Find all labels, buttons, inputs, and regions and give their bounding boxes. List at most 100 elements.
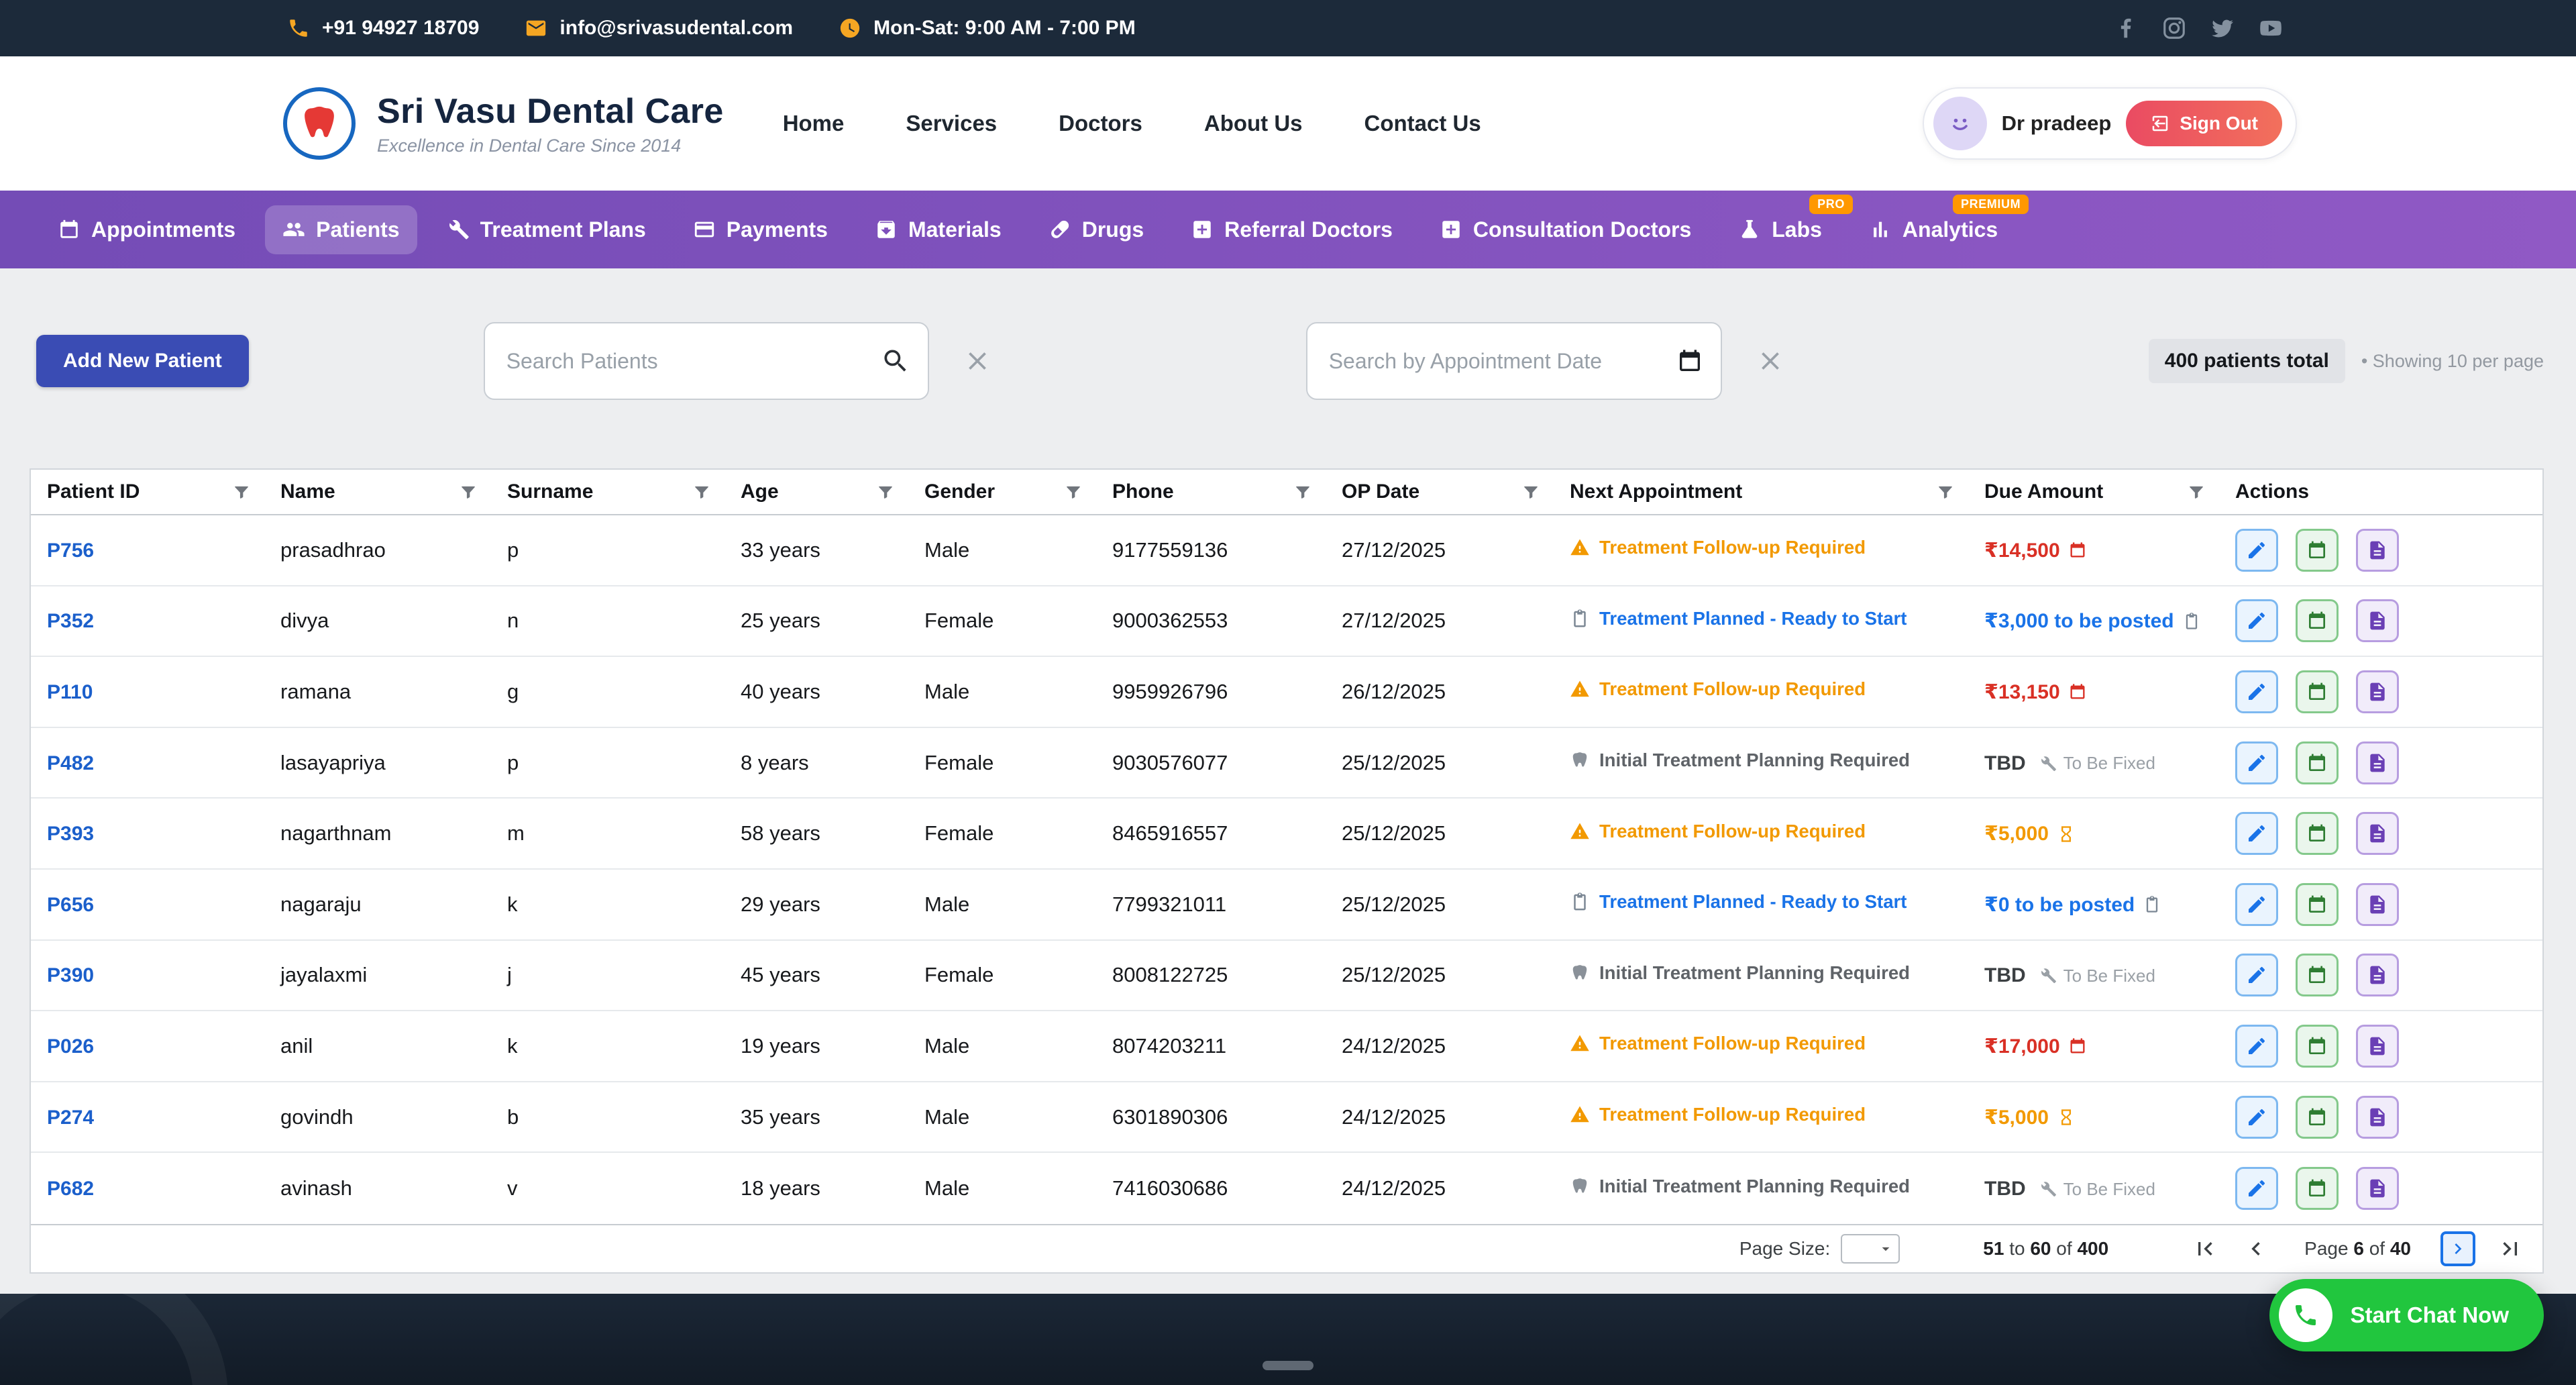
add-new-patient-button[interactable]: Add New Patient: [36, 335, 249, 387]
schedule-button[interactable]: [2296, 883, 2339, 926]
sign-out-label: Sign Out: [2180, 113, 2258, 134]
nav-item-label: Payments: [727, 217, 828, 242]
edit-button[interactable]: [2235, 1025, 2278, 1068]
cell-op-date-text: 24/12/2025: [1342, 1105, 1446, 1129]
file-icon: [2367, 964, 2388, 986]
funnel-icon[interactable]: [692, 482, 711, 501]
search-icon[interactable]: [881, 346, 910, 376]
billing-button[interactable]: [2356, 883, 2399, 926]
edit-button[interactable]: [2235, 1167, 2278, 1210]
patient-id-link[interactable]: P656: [47, 894, 94, 916]
billing-button[interactable]: [2356, 670, 2399, 713]
calendar-icon: [2306, 1035, 2328, 1057]
billing-button[interactable]: [2356, 812, 2399, 855]
patient-id-link[interactable]: P352: [47, 610, 94, 632]
cell-surname-text: k: [507, 1034, 518, 1058]
page-size-select[interactable]: [1841, 1234, 1900, 1264]
billing-button[interactable]: [2356, 1167, 2399, 1210]
appointment-date-field: [1306, 322, 1722, 400]
funnel-icon[interactable]: [459, 482, 478, 501]
patients-table: Patient IDNameSurnameAgeGenderPhoneOP Da…: [30, 468, 2544, 1274]
nav-item-materials[interactable]: Materials: [857, 205, 1019, 254]
nav-item-treatment-plans[interactable]: Treatment Plans: [429, 205, 663, 254]
nav-item-consultation-doctors[interactable]: Consultation Doctors: [1422, 205, 1709, 254]
billing-button[interactable]: [2356, 1096, 2399, 1139]
first-page-button[interactable]: [2192, 1235, 2218, 1262]
schedule-button[interactable]: [2296, 954, 2339, 996]
billing-button[interactable]: [2356, 599, 2399, 642]
header-nav-home[interactable]: Home: [783, 111, 845, 136]
cell-age-text: 45 years: [741, 963, 820, 986]
next-page-button[interactable]: [2440, 1231, 2475, 1266]
nav-item-payments[interactable]: Payments: [676, 205, 845, 254]
schedule-button[interactable]: [2296, 1025, 2339, 1068]
funnel-icon[interactable]: [2187, 482, 2206, 501]
funnel-icon[interactable]: [1521, 482, 1540, 501]
patient-id-link[interactable]: P682: [47, 1178, 94, 1200]
nav-item-appointments[interactable]: Appointments: [40, 205, 253, 254]
edit-button[interactable]: [2235, 741, 2278, 784]
edit-button[interactable]: [2235, 529, 2278, 572]
nav-item-patients[interactable]: Patients: [265, 205, 417, 254]
clipboard-icon: [2182, 612, 2201, 631]
header-nav: Home Services Doctors About Us Contact Us: [783, 111, 1481, 136]
header-nav-about-us[interactable]: About Us: [1204, 111, 1303, 136]
topbar: +91 94927 18709 info@srivasudental.com M…: [0, 0, 2576, 56]
billing-button[interactable]: [2356, 529, 2399, 572]
edit-button[interactable]: [2235, 1096, 2278, 1139]
nav-item-referral-doctors[interactable]: Referral Doctors: [1173, 205, 1410, 254]
sign-out-button[interactable]: Sign Out: [2126, 101, 2282, 146]
nav-item-analytics[interactable]: AnalyticsPREMIUM: [1851, 205, 2015, 254]
billing-button[interactable]: [2356, 741, 2399, 784]
edit-button[interactable]: [2235, 883, 2278, 926]
calendar-icon[interactable]: [1676, 348, 1703, 374]
nav-item-labs[interactable]: LabsPRO: [1721, 205, 1839, 254]
header-nav-doctors[interactable]: Doctors: [1059, 111, 1142, 136]
schedule-button[interactable]: [2296, 741, 2339, 784]
header-nav-contact-us[interactable]: Contact Us: [1364, 111, 1481, 136]
schedule-button[interactable]: [2296, 1167, 2339, 1210]
funnel-icon[interactable]: [1936, 482, 1955, 501]
schedule-button[interactable]: [2296, 812, 2339, 855]
last-page-button[interactable]: [2497, 1235, 2524, 1262]
twitter-icon[interactable]: [2210, 15, 2235, 41]
schedule-button[interactable]: [2296, 1096, 2339, 1139]
nav-item-label: Drugs: [1082, 217, 1144, 242]
edit-button[interactable]: [2235, 954, 2278, 996]
funnel-icon[interactable]: [1293, 482, 1312, 501]
youtube-icon[interactable]: [2258, 15, 2284, 41]
schedule-button[interactable]: [2296, 529, 2339, 572]
edit-button[interactable]: [2235, 812, 2278, 855]
cell-phone: 7799321011: [1096, 892, 1326, 917]
funnel-icon[interactable]: [232, 482, 251, 501]
prev-page-button[interactable]: [2243, 1235, 2269, 1262]
header-nav-services[interactable]: Services: [906, 111, 997, 136]
billing-button[interactable]: [2356, 1025, 2399, 1068]
facebook-icon[interactable]: [2113, 15, 2139, 41]
due-amount-label: TBD: [1984, 752, 2026, 775]
edit-button[interactable]: [2235, 599, 2278, 642]
toolbar: Add New Patient 400 patients total • Sho…: [30, 321, 2544, 401]
appointment-date-input[interactable]: [1306, 322, 1722, 400]
billing-button[interactable]: [2356, 954, 2399, 996]
per-page-text: • Showing 10 per page: [2361, 351, 2544, 372]
funnel-icon[interactable]: [1064, 482, 1083, 501]
funnel-icon[interactable]: [876, 482, 895, 501]
patient-id-link[interactable]: P482: [47, 752, 94, 774]
nav-item-drugs[interactable]: Drugs: [1031, 205, 1161, 254]
search-patients-input[interactable]: [484, 322, 929, 400]
patient-id-link[interactable]: P026: [47, 1035, 94, 1058]
schedule-button[interactable]: [2296, 670, 2339, 713]
edit-button[interactable]: [2235, 670, 2278, 713]
clear-search-button[interactable]: [963, 346, 992, 376]
patient-id-link[interactable]: P756: [47, 540, 94, 562]
patient-id-link[interactable]: P274: [47, 1107, 94, 1129]
chat-button[interactable]: Start Chat Now: [2269, 1279, 2544, 1351]
patient-id-link[interactable]: P110: [47, 681, 93, 703]
instagram-icon[interactable]: [2161, 15, 2187, 41]
schedule-button[interactable]: [2296, 599, 2339, 642]
patient-id-link[interactable]: P390: [47, 964, 94, 986]
patient-id-link[interactable]: P393: [47, 823, 94, 845]
clear-date-button[interactable]: [1756, 346, 1785, 376]
due-amount-label: ₹3,000 to be posted: [1984, 609, 2174, 633]
